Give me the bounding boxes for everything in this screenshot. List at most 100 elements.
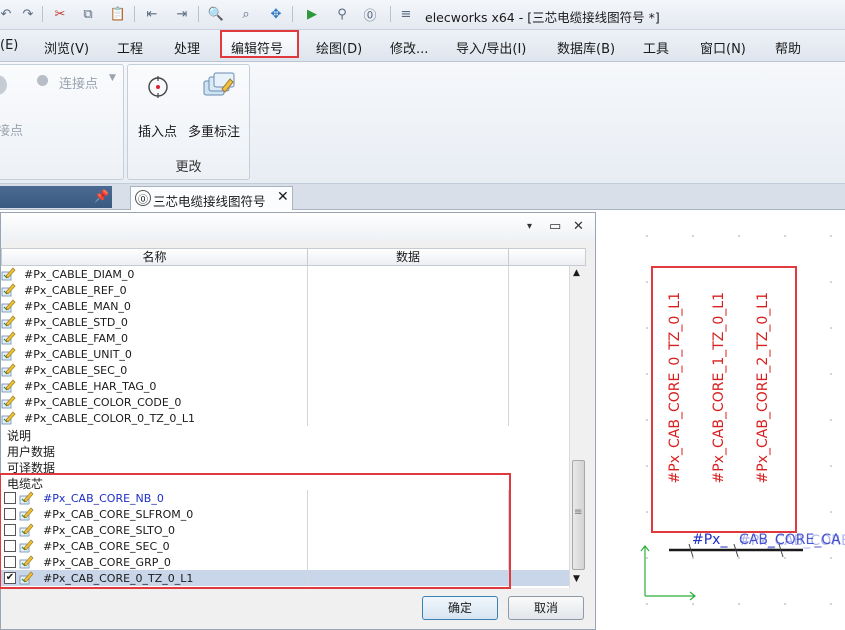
zoom-window-icon[interactable]: ⌕ [236, 4, 256, 24]
customize-dropdown-icon[interactable]: ≡ [396, 4, 416, 24]
scroll-down-icon[interactable]: ▼ [573, 574, 580, 584]
table-row[interactable]: #Px_CAB_CORE_SLTO_0 [1, 522, 569, 538]
pin-icon[interactable]: 📌 [94, 189, 109, 203]
table-row[interactable]: #Px_CABLE_REF_0 [1, 282, 569, 298]
divider [307, 298, 308, 314]
menu-modify[interactable]: 修改... [390, 38, 428, 57]
attribute-name: #Px_CAB_CORE_SLTO_0 [43, 524, 176, 537]
vertical-scrollbar[interactable]: ▲ ≡ ▼ [569, 266, 586, 588]
connect-point-label[interactable]: 连接点 [59, 73, 98, 92]
menu-project[interactable]: 工程 [117, 38, 143, 57]
divider [307, 362, 308, 378]
play-icon[interactable]: ▶ [302, 4, 322, 24]
scroll-up-icon[interactable]: ▲ [573, 268, 580, 278]
col-header-data[interactable]: 数据 [307, 248, 509, 266]
divider [508, 538, 509, 554]
attribute-name: #Px_CABLE_COLOR_CODE_0 [24, 396, 182, 409]
divider [307, 554, 308, 570]
col-header-name[interactable]: 名称 [1, 248, 308, 266]
row-checkbox[interactable] [4, 508, 16, 520]
copy-icon[interactable]: ⧉ [78, 4, 98, 24]
symbol-icon[interactable]: ⓪ [360, 4, 380, 24]
cancel-button[interactable]: 取消 [508, 596, 584, 620]
separator [198, 6, 199, 22]
chevron-down-icon: ▼ [109, 73, 116, 83]
divider [307, 490, 308, 506]
cut-icon[interactable]: ✂ [50, 4, 70, 24]
category-row[interactable]: 可译数据 [7, 459, 55, 476]
binoculars-icon[interactable]: ⚲ [332, 4, 352, 24]
undo-icon[interactable]: ↶ [0, 4, 16, 24]
table-row[interactable]: #Px_CABLE_COLOR_0_TZ_0_L1 [1, 410, 569, 426]
table-row[interactable]: #Px_CABLE_FAM_0 [1, 330, 569, 346]
ok-button[interactable]: 确定 [422, 596, 498, 620]
ribbon-group-connect: 连接点 ▼ 接点 [0, 64, 124, 180]
table-row[interactable]: #Px_CAB_CORE_GRP_0 [1, 554, 569, 570]
divider [307, 266, 308, 282]
close-icon[interactable]: ✕ [573, 219, 584, 234]
edit-attribute-icon [19, 491, 34, 505]
menu-view[interactable]: 浏览(V) [44, 38, 89, 57]
table-row[interactable]: #Px_CABLE_SEC_0 [1, 362, 569, 378]
row-checkbox[interactable] [4, 556, 16, 568]
import-icon[interactable]: ⇤ [142, 4, 162, 24]
table-row[interactable]: #Px_CABLE_HAR_TAG_0 [1, 378, 569, 394]
row-checkbox[interactable] [4, 540, 16, 552]
divider [307, 378, 308, 394]
table-row[interactable]: #Px_CABLE_STD_0 [1, 314, 569, 330]
paste-icon[interactable]: 📋 [108, 4, 128, 24]
divider [508, 282, 509, 298]
menu-edit-symbol[interactable]: 编辑符号 [220, 30, 299, 58]
multi-annotate-label[interactable]: 多重标注 [188, 121, 240, 140]
category-row[interactable]: 说明 [7, 427, 31, 444]
scroll-thumb[interactable]: ≡ [572, 460, 585, 570]
menu-tools[interactable]: 工具 [643, 38, 669, 57]
table-row[interactable]: #Px_CABLE_MAN_0 [1, 298, 569, 314]
zoom-icon[interactable]: 🔍 [206, 4, 226, 24]
table-row[interactable]: #Px_CABLE_COLOR_CODE_0 [1, 394, 569, 410]
table-row[interactable]: #Px_CAB_CORE_SEC_0 [1, 538, 569, 554]
menu-process[interactable]: 处理 [174, 38, 200, 57]
insert-point-label[interactable]: 插入点 [138, 121, 177, 140]
pan-icon[interactable]: ✥ [266, 4, 286, 24]
document-tab[interactable]: ⓪ 三芯电缆接线图符号 ✕ [130, 186, 293, 210]
dropdown-icon[interactable]: ▾ [527, 221, 532, 232]
edit-attribute-icon [1, 267, 16, 281]
grip-icon: ≡ [574, 507, 583, 518]
edit-attribute-icon [19, 571, 34, 585]
row-checkbox[interactable] [4, 524, 16, 536]
menu-window[interactable]: 窗口(N) [700, 38, 746, 57]
edit-attribute-icon [1, 411, 16, 425]
menu-help[interactable]: 帮助 [775, 38, 801, 57]
export-icon[interactable]: ⇥ [172, 4, 192, 24]
insert-point-icon[interactable] [146, 75, 170, 99]
menu-import-export[interactable]: 导入/导出(I) [456, 38, 526, 57]
category-row[interactable]: 用户数据 [7, 443, 55, 460]
document-tab-label: 三芯电缆接线图符号 [153, 194, 266, 209]
table-row[interactable]: #Px_CAB_CORE_NB_0 [1, 490, 569, 506]
attribute-name: #Px_CAB_CORE_SLFROM_0 [43, 508, 194, 521]
document-tab-bar [0, 184, 845, 210]
edit-attribute-icon [19, 507, 34, 521]
drawing-canvas[interactable]: #Px_CAB_CORE_0_TZ_0_L1 #Px_CAB_CORE_1_TZ… [597, 212, 845, 630]
row-checkbox[interactable]: ✔ [4, 572, 16, 584]
divider [307, 282, 308, 298]
menu-edit[interactable]: (E) [0, 38, 18, 53]
menu-database[interactable]: 数据库(B) [557, 38, 615, 57]
symbol-icon: ⓪ [135, 190, 151, 206]
col-header-extra [508, 248, 586, 266]
row-checkbox[interactable] [4, 492, 16, 504]
divider [307, 314, 308, 330]
table-row[interactable]: ✔ #Px_CAB_CORE_0_TZ_0_L1 [1, 570, 569, 586]
table-row[interactable]: #Px_CAB_CORE_SLFROM_0 [1, 506, 569, 522]
menu-draw[interactable]: 绘图(D) [316, 38, 362, 57]
table-row[interactable]: #Px_CABLE_DIAM_0 [1, 266, 569, 282]
close-icon[interactable]: ✕ [277, 189, 289, 205]
redo-icon[interactable]: ↷ [18, 4, 38, 24]
restore-icon[interactable]: ▭ [549, 219, 561, 234]
divider [508, 522, 509, 538]
connect-point-partial-label[interactable]: 接点 [0, 120, 23, 139]
table-row[interactable]: #Px_CABLE_UNIT_0 [1, 346, 569, 362]
edit-attribute-icon [1, 363, 16, 377]
multi-annotate-icon[interactable] [200, 69, 236, 105]
